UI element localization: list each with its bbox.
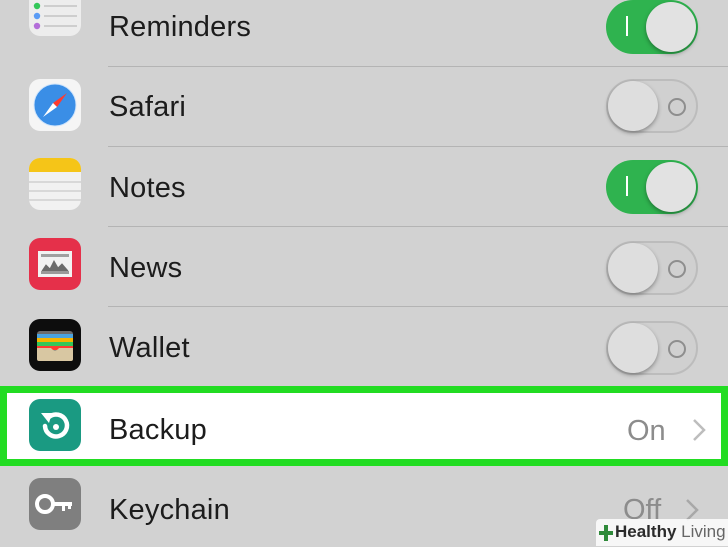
toggle-off-mark: [668, 260, 686, 278]
row-wallet[interactable]: Wallet: [0, 307, 728, 387]
notes-icon: [29, 158, 81, 210]
toggle-on-mark: [626, 176, 628, 196]
safari-toggle[interactable]: [606, 79, 698, 133]
wallet-label: Wallet: [109, 332, 190, 364]
row-news[interactable]: News: [0, 227, 728, 307]
watermark-suffix: Living: [681, 522, 726, 541]
watermark: Healthy Living: [596, 519, 728, 546]
reminders-icon: [29, 0, 81, 36]
toggle-knob: [646, 162, 696, 212]
toggle-knob: [608, 81, 658, 131]
news-icon: [29, 238, 81, 290]
backup-status-value: On: [627, 415, 666, 447]
watermark-text: Healthy Living: [615, 522, 726, 542]
backup-icon: [29, 399, 81, 451]
toggle-on-mark: [626, 16, 628, 36]
wallet-toggle[interactable]: [606, 321, 698, 375]
safari-label: Safari: [109, 91, 186, 123]
toggle-knob: [646, 2, 696, 52]
wallet-icon: [29, 319, 81, 371]
safari-icon: [29, 79, 81, 131]
row-notes[interactable]: Notes: [0, 147, 728, 227]
reminders-toggle[interactable]: [606, 0, 698, 54]
toggle-knob: [608, 323, 658, 373]
keychain-icon: [29, 478, 81, 530]
row-safari[interactable]: Safari: [0, 67, 728, 147]
keychain-label: Keychain: [109, 494, 230, 526]
news-toggle[interactable]: [606, 241, 698, 295]
backup-label: Backup: [109, 414, 207, 446]
notes-toggle[interactable]: [606, 160, 698, 214]
toggle-off-mark: [668, 98, 686, 116]
row-reminders[interactable]: Reminders: [0, 0, 728, 66]
chevron-right-icon: [693, 419, 706, 441]
healthy-living-logo-icon: [599, 525, 613, 541]
row-backup[interactable]: Backup On: [0, 386, 728, 466]
watermark-brand: Healthy: [615, 522, 677, 541]
news-label: News: [109, 252, 183, 284]
notes-label: Notes: [109, 172, 186, 204]
reminders-label: Reminders: [109, 11, 252, 43]
toggle-knob: [608, 243, 658, 293]
toggle-off-mark: [668, 340, 686, 358]
